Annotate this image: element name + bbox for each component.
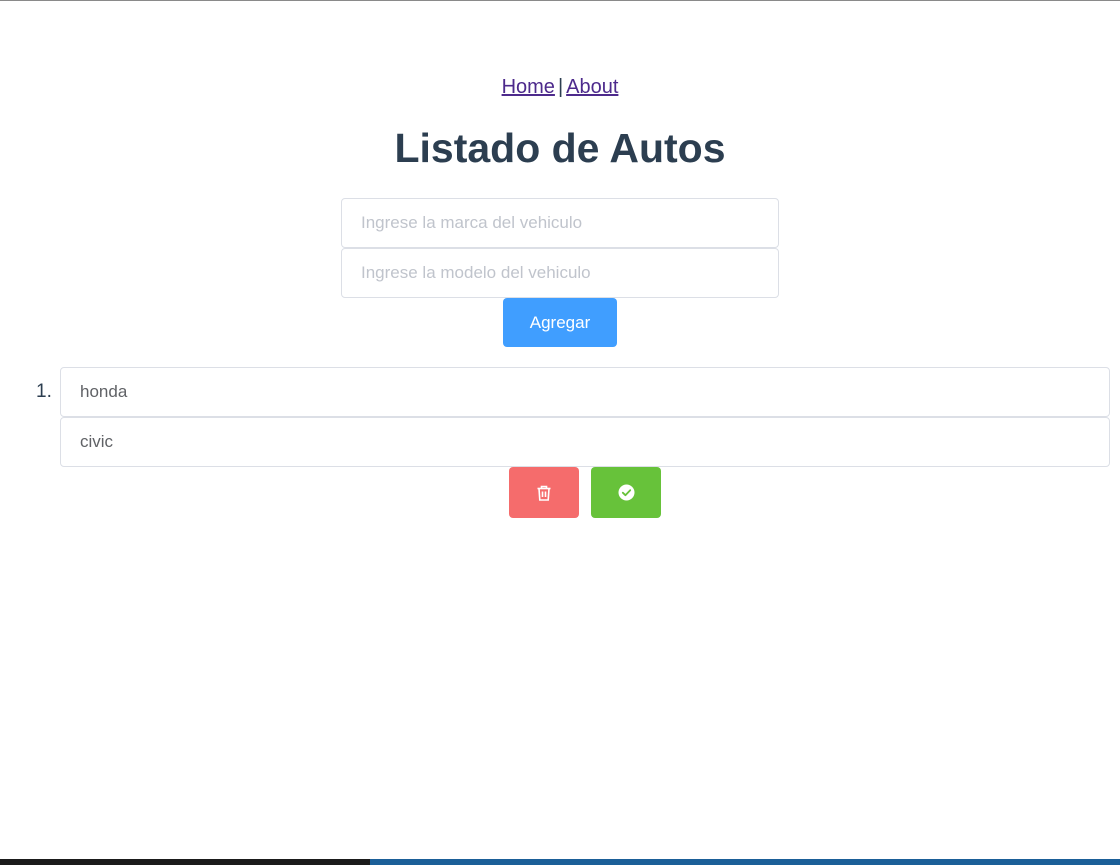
nav-link-about[interactable]: About: [566, 76, 618, 98]
taskbar-active-segment: [370, 859, 1120, 865]
page-title: Listado de Autos: [394, 125, 726, 171]
car-marca-field[interactable]: [60, 367, 1110, 417]
confirm-button[interactable]: [591, 467, 661, 518]
nav-separator: |: [557, 76, 564, 98]
list-item-number: 1.: [36, 381, 52, 402]
car-modelo-field[interactable]: [60, 417, 1110, 467]
nav-bar: Home | About: [0, 74, 1120, 100]
marca-input[interactable]: [341, 198, 779, 248]
add-button[interactable]: Agregar: [503, 298, 617, 347]
delete-button[interactable]: [509, 467, 579, 518]
nav-link-home[interactable]: Home: [502, 76, 555, 98]
check-circle-icon: [618, 484, 635, 501]
trash-icon: [535, 484, 553, 502]
modelo-input[interactable]: [341, 248, 779, 298]
taskbar-strip: [0, 859, 1120, 865]
window-top-border: [0, 0, 1120, 1]
